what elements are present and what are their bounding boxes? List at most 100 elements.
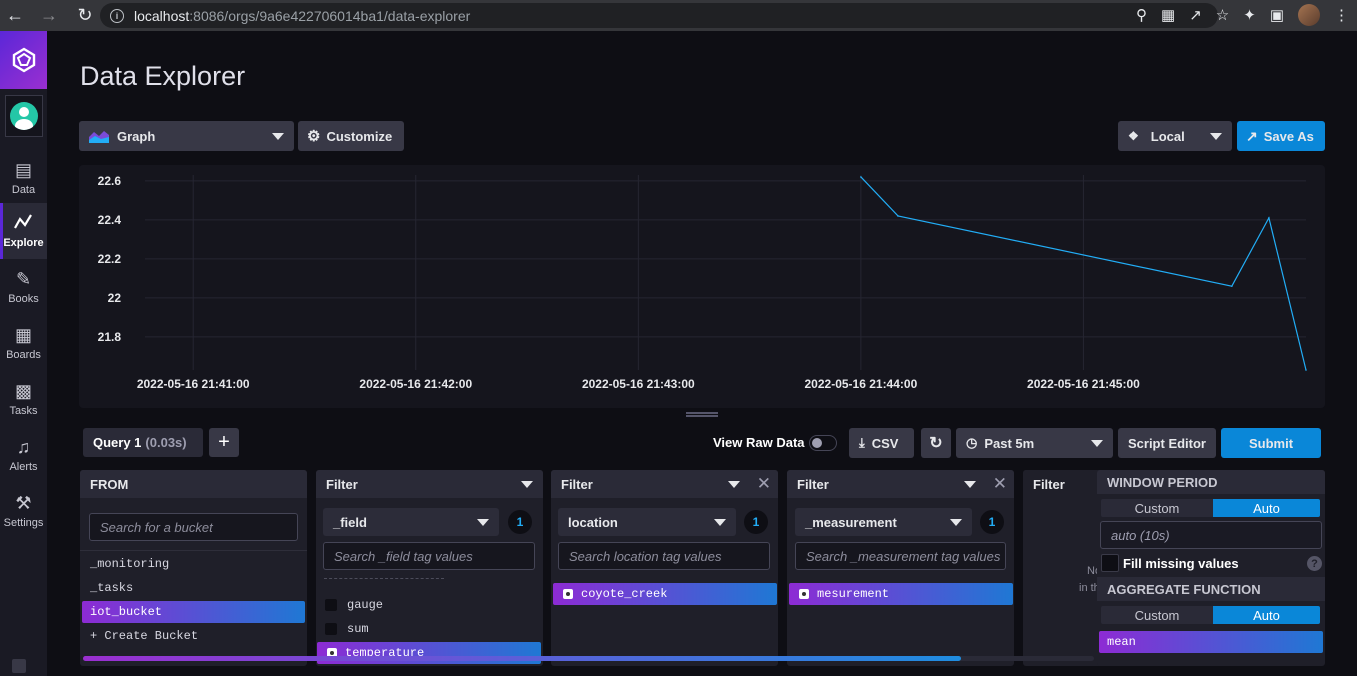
sidebar-item-alerts[interactable]: ♫ Alerts (0, 427, 47, 483)
profile-avatar[interactable] (1298, 4, 1320, 26)
user-avatar[interactable] (4, 95, 43, 137)
tag-search-input[interactable]: Search location tag values (558, 542, 770, 570)
filter-header[interactable]: Filter (316, 470, 543, 498)
raw-data-toggle[interactable] (809, 435, 837, 451)
save-as-button[interactable]: ↗ Save As (1237, 121, 1325, 151)
bucket-item[interactable]: _monitoring (90, 553, 169, 575)
create-bucket-label: + Create Bucket (90, 629, 199, 643)
address-bar[interactable]: i localhost:8086/orgs/9a6e422706014ba1/d… (100, 3, 1218, 28)
horizontal-scrollbar-thumb[interactable] (83, 656, 961, 661)
bookmark-star-icon[interactable]: ☆ (1216, 6, 1229, 24)
submit-button[interactable]: Submit (1221, 428, 1321, 458)
auto-option[interactable]: Auto (1213, 499, 1320, 517)
filter-header[interactable]: Filter ✕ (787, 470, 1014, 498)
filter-card-empty: Filter No in th (1023, 470, 1103, 666)
help-icon[interactable]: ? (1307, 556, 1322, 571)
back-icon[interactable]: ← (2, 3, 28, 29)
bucket-search-input[interactable]: Search for a bucket (89, 513, 298, 541)
create-bucket-link[interactable]: + Create Bucket (90, 625, 198, 647)
calendar-icon: ▩ (14, 381, 32, 401)
time-range-label: Past 5m (984, 435, 1035, 451)
custom-option[interactable]: Custom (1101, 499, 1213, 517)
window-period-input[interactable]: auto (10s) (1100, 521, 1322, 549)
timezone-dropdown[interactable]: ❖ Local (1118, 121, 1232, 151)
filter-header[interactable]: Filter (1023, 470, 1103, 498)
close-icon[interactable]: ✕ (993, 474, 1007, 494)
chevron-down-icon (272, 132, 284, 140)
resize-handle[interactable] (686, 412, 718, 417)
window-period-label: WINDOW PERIOD (1107, 474, 1218, 490)
query-tab[interactable]: Query 1 (0.03s) (83, 428, 203, 457)
tag-value-label: sum (347, 622, 369, 636)
tag-value-selected[interactable]: mesurement (789, 583, 1013, 605)
bucket-name: _monitoring (90, 557, 170, 571)
chevron-down-icon (1210, 132, 1222, 140)
sidebar-item-boards[interactable]: ▦ Boards (0, 315, 47, 371)
export-icon: ↗ (1246, 127, 1258, 144)
translate-icon[interactable]: ▦ (1161, 6, 1175, 24)
sidepanel-icon[interactable]: ▣ (1270, 6, 1284, 24)
timezone-label: Local (1150, 128, 1185, 144)
x-tick-label: 2022-05-16 21:41:00 (137, 377, 250, 391)
horizontal-scrollbar-track[interactable] (83, 656, 1094, 661)
close-icon[interactable]: ✕ (757, 474, 771, 494)
customize-button[interactable]: ⚙ Customize (298, 121, 404, 151)
tag-value-selected[interactable]: coyote_creek (553, 583, 777, 605)
chevron-down-icon (964, 480, 976, 488)
time-range-dropdown[interactable]: ◷ Past 5m (956, 428, 1113, 458)
y-tick-label: 22.4 (98, 213, 122, 227)
influxdb-logo[interactable] (0, 31, 47, 89)
site-info-icon[interactable]: i (110, 8, 124, 23)
forward-icon[interactable]: → (36, 3, 62, 29)
graph-panel[interactable]: 22.6 22.4 22.2 22 21.8 2022-05-16 21:41:00 202… (79, 165, 1325, 408)
tag-value-label: gauge (347, 598, 384, 612)
line-chart[interactable]: 22.6 22.4 22.2 22 21.8 2022-05-16 21:41:00 202… (79, 165, 1325, 408)
window-mode-toggle[interactable]: Custom Auto (1101, 499, 1320, 517)
filter-header[interactable]: Filter ✕ (551, 470, 778, 498)
share-icon[interactable]: ↗ (1189, 6, 1202, 24)
query-tab-label: Query 1 (93, 435, 142, 450)
sidebar-item-books[interactable]: ✎ Books (0, 259, 47, 315)
tag-search-input[interactable]: Search _measurement tag values (795, 542, 1006, 570)
y-tick-label: 21.8 (98, 330, 122, 344)
reload-icon[interactable]: ↻ (72, 3, 98, 29)
aggregate-fn-selected[interactable]: mean (1099, 631, 1323, 653)
clock-icon: ◷ (966, 435, 978, 450)
bucket-item[interactable]: _tasks (90, 577, 133, 599)
tag-value-item[interactable]: gauge (325, 594, 383, 616)
x-tick-label: 2022-05-16 21:44:00 (805, 377, 918, 391)
page-title: Data Explorer (80, 61, 246, 91)
extensions-icon[interactable]: ✦ (1243, 6, 1256, 24)
tag-key-label: _field (333, 514, 367, 530)
collapse-nav-icon[interactable] (12, 659, 26, 673)
tag-key-dropdown[interactable]: _field (323, 508, 499, 536)
sidebar-item-explore[interactable]: Explore (0, 203, 47, 259)
sidebar-item-label: Books (8, 293, 39, 305)
checkbox[interactable] (325, 599, 337, 611)
sidebar-item-label: Data (11, 184, 36, 196)
sidebar-item-tasks[interactable]: ▩ Tasks (0, 371, 47, 427)
window-period-title: WINDOW PERIOD (1097, 470, 1325, 494)
sidebar-item-label: Tasks (9, 405, 38, 417)
checkbox[interactable] (325, 623, 337, 635)
key-icon[interactable]: ⚲ (1136, 6, 1147, 24)
viz-type-dropdown[interactable]: Graph (79, 121, 294, 151)
x-tick-label: 2022-05-16 21:42:00 (359, 377, 472, 391)
custom-option[interactable]: Custom (1101, 606, 1213, 624)
fill-missing-checkbox[interactable] (1101, 554, 1119, 572)
csv-button[interactable]: ⤓ CSV (849, 428, 914, 458)
auto-option[interactable]: Auto (1213, 606, 1320, 624)
bucket-item-selected[interactable]: iot_bucket (82, 601, 305, 623)
sidebar-item-settings[interactable]: ⚒ Settings (0, 483, 47, 539)
tag-key-dropdown[interactable]: _measurement (795, 508, 972, 536)
tag-search-input[interactable]: Search _field tag values (323, 542, 535, 570)
refresh-button[interactable]: ↻ (921, 428, 951, 458)
add-query-button[interactable]: + (209, 428, 239, 457)
tag-value-item[interactable]: sum (325, 618, 369, 640)
sidebar-item-data[interactable]: ▤ Data (0, 150, 47, 206)
script-editor-button[interactable]: Script Editor (1118, 428, 1216, 458)
tag-key-dropdown[interactable]: location (558, 508, 736, 536)
menu-dots-icon[interactable]: ⋮ (1334, 6, 1349, 24)
aggregate-mode-toggle[interactable]: Custom Auto (1101, 606, 1320, 624)
y-tick-label: 22.6 (98, 174, 122, 188)
